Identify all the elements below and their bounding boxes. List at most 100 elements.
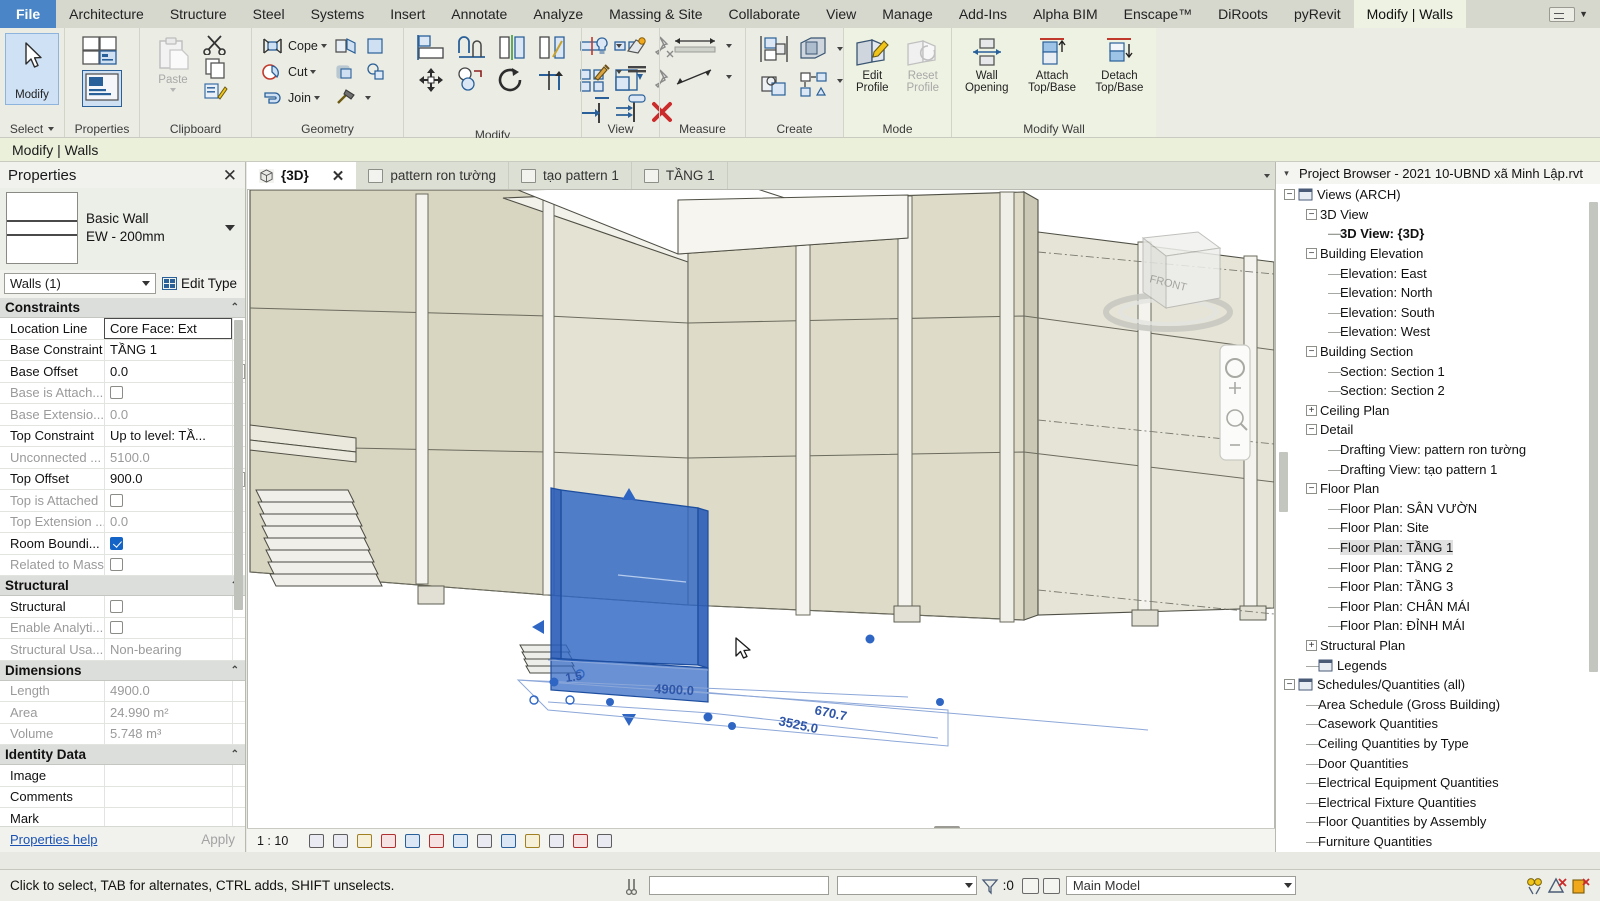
property-value[interactable]: 0.0	[104, 361, 232, 382]
browser-tree-item[interactable]: — Ceiling Quantities by Type	[1276, 734, 1600, 754]
property-value[interactable]	[104, 554, 232, 575]
properties-scrollbar[interactable]	[234, 320, 243, 824]
browser-tree-item[interactable]: — Elevation: East	[1276, 263, 1600, 283]
collapse-icon[interactable]: −	[1306, 424, 1317, 436]
property-value[interactable]	[104, 596, 232, 617]
property-value[interactable]	[104, 490, 232, 511]
property-row[interactable]: Enable Analyti...	[0, 617, 245, 639]
ribbon-tab-enscape[interactable]: Enscape™	[1111, 0, 1205, 28]
ribbon-tab-alpha-bim[interactable]: Alpha BIM	[1020, 0, 1111, 28]
checkbox[interactable]	[110, 558, 123, 572]
property-row[interactable]: Structural	[0, 596, 245, 618]
expand-icon[interactable]: +	[1306, 639, 1317, 651]
browser-scrollbar[interactable]	[1589, 202, 1598, 848]
property-row[interactable]: Area 24.990 m²	[0, 702, 245, 724]
expand-icon[interactable]: +	[1306, 404, 1317, 416]
worksets-icon[interactable]	[1021, 877, 1039, 894]
ribbon-tab-architecture[interactable]: Architecture	[56, 0, 157, 28]
property-row[interactable]: Structural Usa... Non-bearing	[0, 639, 245, 661]
chevron-down-icon[interactable]	[726, 43, 732, 48]
wall-opening-button[interactable]: Wall Opening	[957, 33, 1016, 98]
property-row[interactable]: Base is Attach...	[0, 382, 245, 404]
measure-along-element-button[interactable]	[671, 64, 732, 89]
drawing-canvas-3d[interactable]: 4900.0 3525.0 670.7 1.5 FRONT	[247, 189, 1275, 852]
property-value[interactable]: 4900.0	[104, 680, 232, 701]
browser-tree-item[interactable]: — Electrical Fixture Quantities	[1276, 792, 1600, 812]
reveal-hidden-icon[interactable]	[477, 833, 493, 848]
browser-tree-item[interactable]: − Views (ARCH)	[1276, 185, 1600, 205]
chevron-down-icon[interactable]	[225, 225, 235, 231]
wall-joins-button[interactable]	[333, 85, 359, 110]
browser-tree-item[interactable]: — Floor Plan: ĐỈNH MÁI	[1276, 616, 1600, 636]
collapse-icon[interactable]: −	[1284, 679, 1295, 691]
reset-profile-button[interactable]: Reset Profile	[900, 33, 947, 98]
properties-palette-toggle[interactable]	[82, 70, 122, 107]
measure-between-references-button[interactable]	[671, 33, 732, 58]
property-value[interactable]	[104, 617, 232, 638]
chevron-down-icon[interactable]	[170, 88, 176, 93]
design-options-icon[interactable]	[1524, 876, 1546, 896]
view-properties-icon[interactable]	[597, 833, 613, 848]
browser-tree-item[interactable]: — Electrical Equipment Quantities	[1276, 773, 1600, 793]
checkbox[interactable]	[110, 599, 123, 613]
ribbon-tab-manage[interactable]: Manage	[869, 0, 946, 28]
visual-style-icon[interactable]	[309, 833, 325, 848]
ribbon-tab-diroots[interactable]: DiRoots	[1205, 0, 1281, 28]
property-value[interactable]	[104, 533, 232, 554]
browser-tree-item[interactable]: — Drafting View: pattern ron tường	[1276, 440, 1600, 460]
browser-tree-item[interactable]: — Floor Plan: Site	[1276, 518, 1600, 538]
ribbon-tab-view[interactable]: View	[813, 0, 869, 28]
crop-region-icon[interactable]	[405, 833, 421, 848]
worksharing-display-icon[interactable]	[573, 833, 589, 848]
browser-tree-item[interactable]: — Section: Section 2	[1276, 381, 1600, 401]
property-row[interactable]: Base Offset 0.0	[0, 361, 245, 383]
apply-button[interactable]: Apply	[201, 832, 235, 847]
collapse-icon[interactable]: −	[1306, 483, 1317, 495]
browser-tree-item[interactable]: − Building Elevation	[1276, 244, 1600, 264]
type-properties-icon[interactable]	[81, 35, 123, 67]
property-value[interactable]	[104, 808, 232, 826]
browser-tree-item[interactable]: — Legends	[1276, 655, 1600, 675]
chevron-down-icon[interactable]	[616, 43, 622, 48]
view-extra-button[interactable]	[624, 85, 650, 110]
view-tab-tao-pattern-1[interactable]: tạo pattern 1	[509, 162, 632, 189]
browser-tree-item[interactable]: — Floor Plan: SÂN VƯỜN	[1276, 499, 1600, 519]
offset-icon[interactable]	[455, 33, 489, 63]
collapse-icon[interactable]: −	[1306, 248, 1317, 260]
ribbon-tab-collaborate[interactable]: Collaborate	[716, 0, 814, 28]
trim-extend-icon[interactable]	[535, 65, 569, 95]
ribbon-tab-steel[interactable]: Steel	[240, 0, 298, 28]
hide-category-button[interactable]	[624, 33, 650, 58]
property-row[interactable]: Top is Attached	[0, 490, 245, 512]
ribbon-tab-annotate[interactable]: Annotate	[438, 0, 520, 28]
checkbox[interactable]	[110, 386, 123, 400]
match-type-icon[interactable]	[203, 81, 229, 103]
property-row[interactable]: Top Extension ... 0.0	[0, 511, 245, 533]
exclude-options-icon[interactable]	[1546, 876, 1568, 896]
property-value[interactable]: 24.990 m²	[104, 702, 232, 723]
attach-top-base-button[interactable]: Attach Top/Base	[1020, 33, 1083, 98]
browser-tree-item[interactable]: — Floor Plan: TẦNG 1	[1276, 538, 1600, 558]
split-face-button[interactable]	[333, 33, 359, 58]
edit-profile-button[interactable]: Edit Profile	[849, 33, 896, 98]
checkbox[interactable]	[110, 621, 123, 635]
view-scale-label[interactable]: 1 : 10	[257, 834, 288, 848]
browser-tree-item[interactable]: — Casework Quantities	[1276, 714, 1600, 734]
ribbon-tab-add-ins[interactable]: Add-Ins	[946, 0, 1020, 28]
property-row[interactable]: Image	[0, 765, 245, 787]
property-row[interactable]: Base Constraint TẦNG 1	[0, 339, 245, 361]
chevron-down-icon[interactable]	[141, 281, 150, 286]
ribbon-tab-pyrevit[interactable]: pyRevit	[1281, 0, 1354, 28]
property-row[interactable]: Top Offset 900.0	[0, 468, 245, 490]
render-icon[interactable]	[381, 833, 397, 848]
browser-tree-item[interactable]: — Floor Plan: CHÂN MÁI	[1276, 596, 1600, 616]
panel-select-title[interactable]: Select	[5, 121, 59, 137]
collapse-icon[interactable]: −	[1306, 208, 1317, 220]
view-tab-tang-1[interactable]: TẦNG 1	[632, 162, 728, 189]
browser-tree-item[interactable]: + Structural Plan	[1276, 636, 1600, 656]
chevron-up-icon[interactable]: ⌃	[231, 302, 239, 313]
property-value[interactable]: Non-bearing	[104, 639, 232, 660]
active-workset-combo[interactable]: Main Model	[1065, 876, 1296, 895]
paint-brush-button[interactable]	[591, 59, 622, 84]
ribbon-tab-insert[interactable]: Insert	[377, 0, 438, 28]
